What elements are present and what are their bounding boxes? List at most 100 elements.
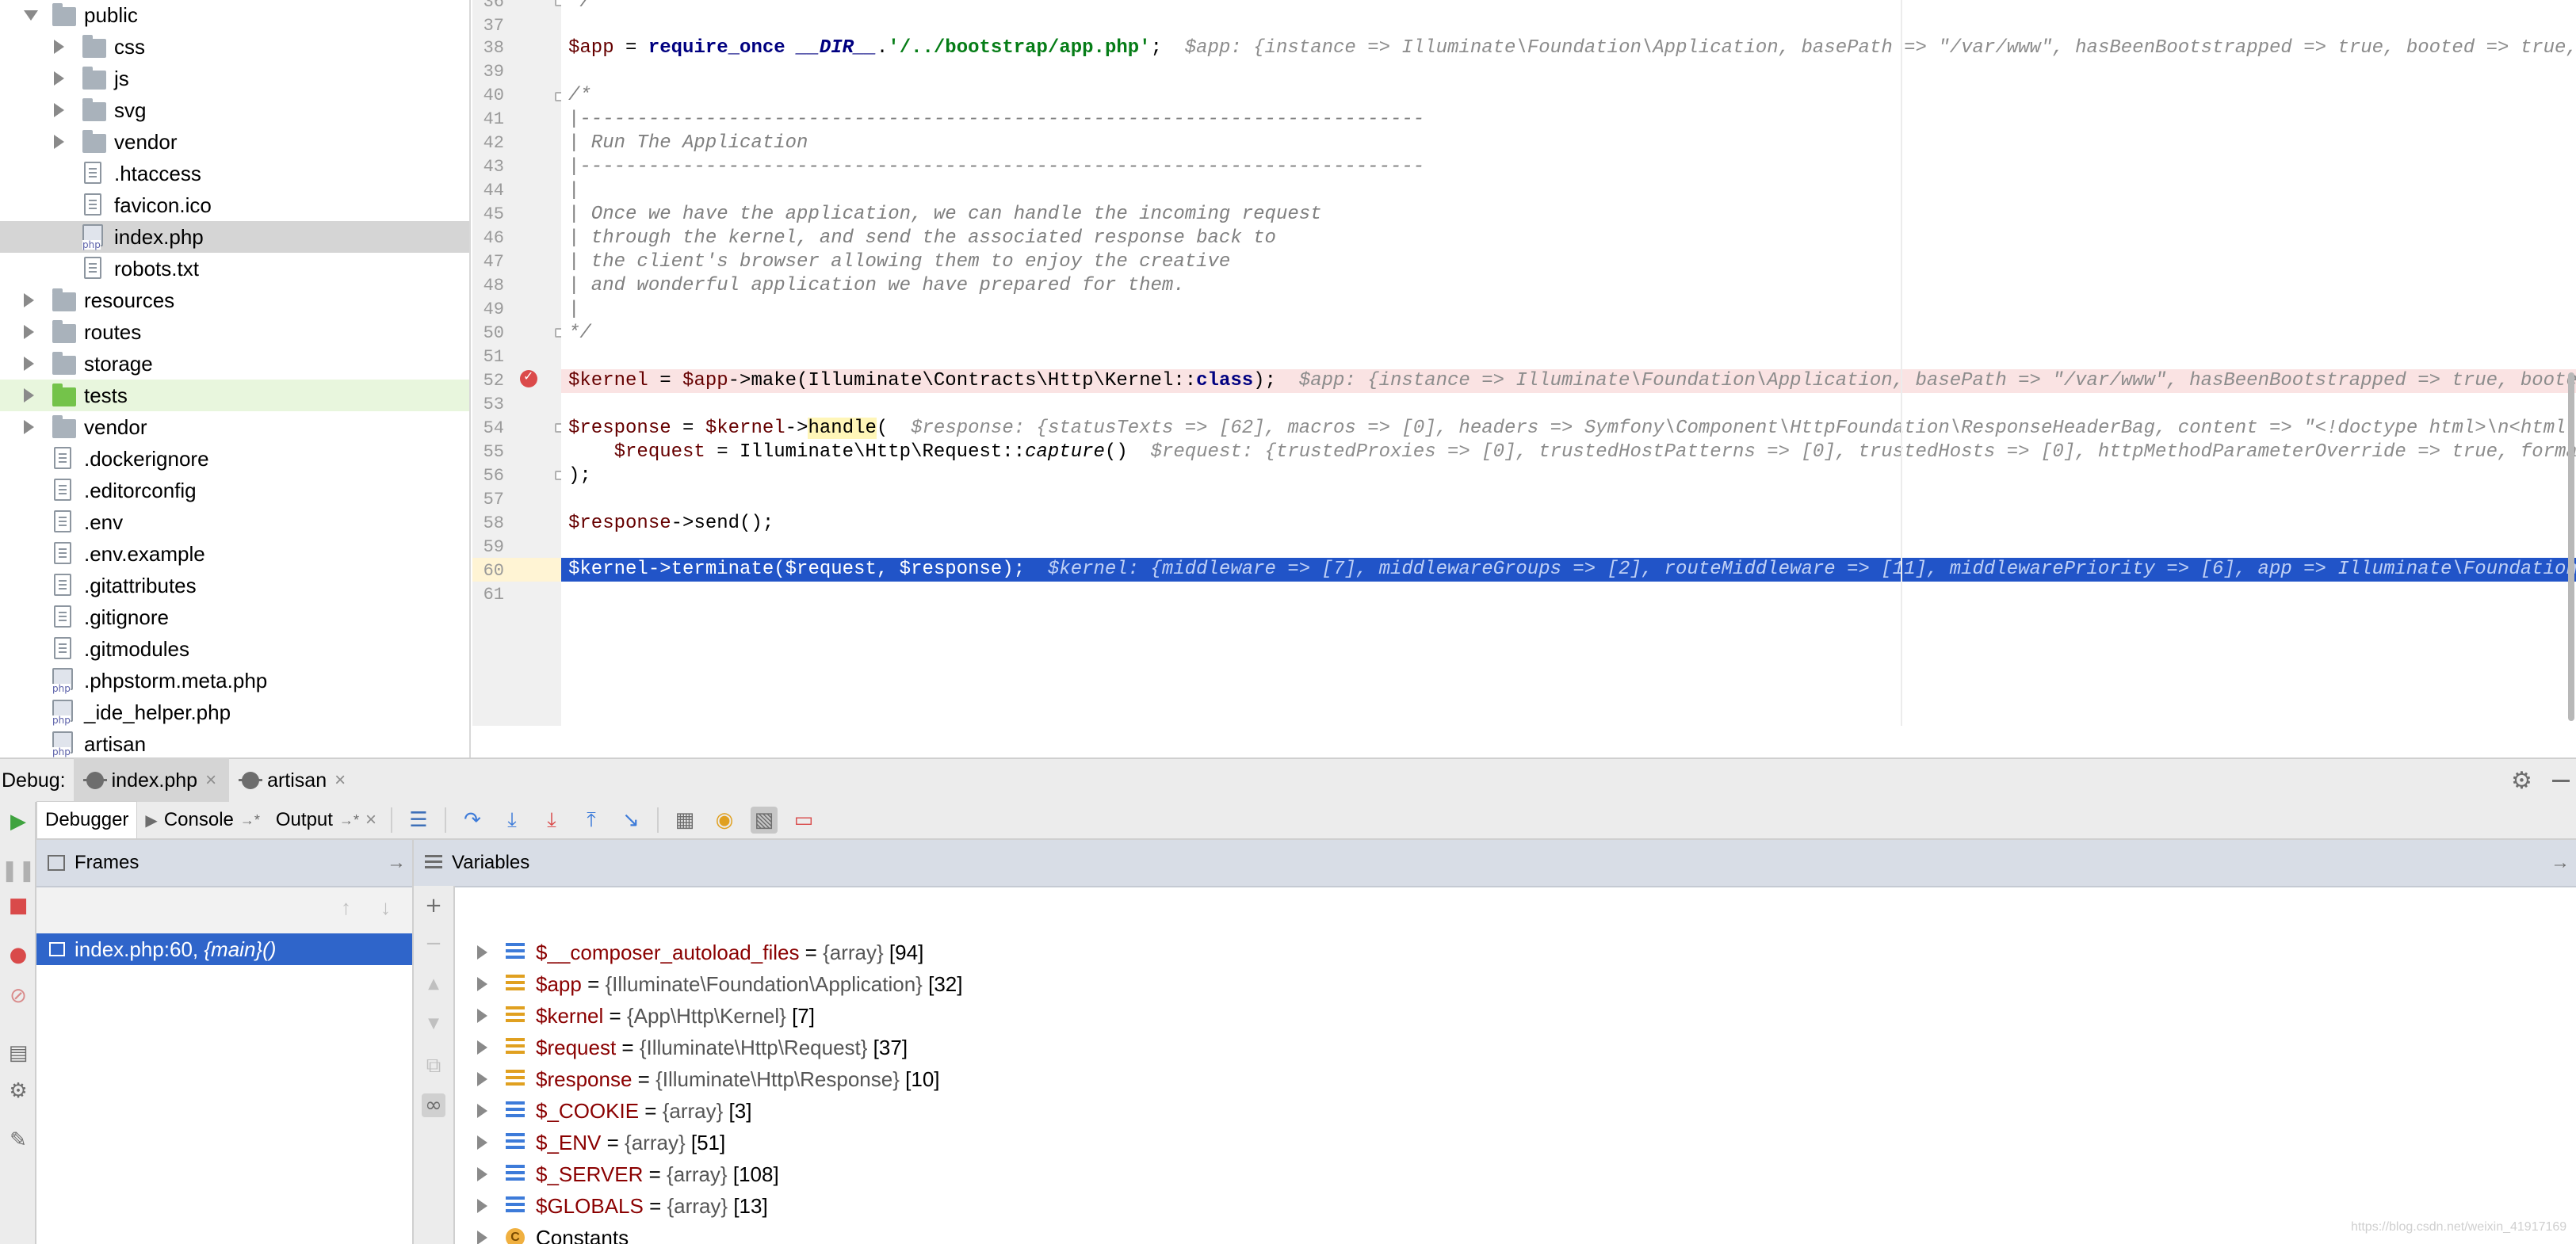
mute-breakpoints-icon[interactable]: ⊘	[6, 984, 30, 1008]
tree-item[interactable]: .gitattributes	[0, 570, 469, 601]
variable-row[interactable]: $GLOBALS = {array} [13]	[455, 1190, 2576, 1222]
settings-icon[interactable]: ⚙	[6, 1079, 30, 1103]
variable-row[interactable]: $request = {Illuminate\Http\Request} [37…	[455, 1032, 2576, 1063]
debug-tab-index-php[interactable]: index.php ×	[73, 758, 230, 803]
arrow-down-icon[interactable]: ↓	[380, 895, 391, 920]
chevron-right-icon[interactable]	[54, 40, 64, 54]
chevron-right-icon[interactable]	[477, 1072, 487, 1086]
chevron-right-icon[interactable]	[477, 1009, 487, 1023]
tree-item[interactable]: tests	[0, 380, 469, 411]
editor-scrollbar[interactable]	[2568, 372, 2574, 721]
tree-item[interactable]: favicon.ico	[0, 189, 469, 221]
chevron-right-icon[interactable]	[477, 1167, 487, 1181]
layout-icon[interactable]: ▤	[6, 1041, 30, 1065]
chevron-right-icon[interactable]	[477, 1104, 487, 1118]
debug-tab-artisan[interactable]: artisan ×	[229, 758, 358, 803]
show-execution-point-icon[interactable]: ☰	[405, 807, 432, 834]
tree-item[interactable]: storage	[0, 348, 469, 380]
pin-icon[interactable]: →	[2551, 852, 2570, 874]
chevron-right-icon[interactable]	[477, 1231, 487, 1244]
tree-item[interactable]: resources	[0, 284, 469, 316]
tree-item[interactable]: js	[0, 63, 469, 94]
chevron-down-icon[interactable]	[24, 10, 38, 21]
variable-count: [10]	[899, 1067, 940, 1091]
force-step-into-icon[interactable]: ⤓	[538, 807, 565, 834]
tree-item[interactable]: routes	[0, 316, 469, 348]
tree-item[interactable]: .gitmodules	[0, 633, 469, 665]
restore-layout-icon[interactable]: ▧	[750, 807, 778, 834]
tree-item[interactable]: vendor	[0, 126, 469, 158]
tree-item[interactable]: php index.php	[0, 221, 469, 253]
chevron-right-icon[interactable]	[477, 945, 487, 960]
frame-row-selected[interactable]: index.php:60, {main}()	[36, 933, 412, 965]
frame-location: index.php:60,	[75, 937, 204, 961]
variable-row[interactable]: $_SERVER = {array} [108]	[455, 1158, 2576, 1190]
chevron-right-icon[interactable]	[24, 420, 34, 434]
step-over-icon[interactable]: ↷	[459, 807, 486, 834]
pause-icon[interactable]: ❚❚	[1, 859, 36, 883]
close-icon[interactable]: ×	[205, 769, 216, 792]
stop-icon[interactable]: ■	[6, 894, 30, 918]
close-icon[interactable]: ×	[334, 769, 346, 792]
chevron-right-icon[interactable]	[24, 325, 34, 339]
step-out-icon[interactable]: ⤒	[578, 807, 605, 834]
pin-icon[interactable]: ✎	[6, 1128, 30, 1152]
tab-output[interactable]: Output →* ×	[268, 801, 384, 839]
gear-icon[interactable]: ⚙	[2511, 767, 2532, 795]
chevron-right-icon[interactable]	[477, 1199, 487, 1213]
remove-watch-icon[interactable]: −	[422, 932, 445, 956]
add-watch-icon[interactable]: +	[422, 894, 445, 918]
tree-item[interactable]: php .phpstorm.meta.php	[0, 665, 469, 696]
tree-item[interactable]: robots.txt	[0, 253, 469, 284]
variable-row[interactable]: $app = {Illuminate\Foundation\Applicatio…	[455, 968, 2576, 1000]
glasses-icon[interactable]: ∞	[422, 1093, 445, 1117]
watches-icon[interactable]: ◉	[711, 807, 738, 834]
tree-item[interactable]: .gitignore	[0, 601, 469, 633]
breakpoint-icon[interactable]	[520, 368, 537, 387]
tab-debugger[interactable]: Debugger	[36, 801, 138, 839]
tree-item[interactable]: public	[0, 0, 469, 31]
move-up-icon[interactable]: ▲	[422, 971, 445, 995]
code-token: ()	[1104, 441, 1128, 463]
chevron-right-icon[interactable]	[54, 135, 64, 149]
variable-row[interactable]: $response = {Illuminate\Http\Response} […	[455, 1063, 2576, 1095]
copy-icon[interactable]: ⧉	[422, 1054, 445, 1078]
tree-item[interactable]: css	[0, 31, 469, 63]
tree-item[interactable]: .env.example	[0, 538, 469, 570]
pin-icon[interactable]: →	[387, 852, 406, 874]
chevron-right-icon[interactable]	[477, 977, 487, 991]
variable-row[interactable]: $kernel = {App\Http\Kernel} [7]	[455, 1000, 2576, 1032]
view-breakpoints-icon[interactable]: ●	[6, 943, 30, 967]
tree-item[interactable]: svg	[0, 94, 469, 126]
tree-item[interactable]: php _ide_helper.php	[0, 696, 469, 728]
chevron-right-icon[interactable]	[24, 357, 34, 371]
move-down-icon[interactable]: ▼	[422, 1011, 445, 1035]
variable-row[interactable]: $__composer_autoload_files = {array} [94…	[455, 937, 2576, 968]
tree-item[interactable]: .env	[0, 506, 469, 538]
tab-console[interactable]: ▶ Console →*	[137, 801, 267, 839]
tree-item[interactable]: vendor	[0, 411, 469, 443]
chevron-right-icon[interactable]	[24, 293, 34, 307]
chevron-right-icon[interactable]	[24, 388, 34, 403]
comment: | Run The Application	[568, 132, 808, 154]
variable-row[interactable]: C Constants	[455, 1222, 2576, 1244]
evaluate-expression-icon[interactable]: ▦	[671, 807, 698, 834]
variable-row[interactable]: $_COOKIE = {array} [3]	[455, 1095, 2576, 1127]
variable-row[interactable]: $_ENV = {array} [51]	[455, 1127, 2576, 1158]
tree-item[interactable]: .dockerignore	[0, 443, 469, 475]
chevron-right-icon[interactable]	[54, 103, 64, 117]
chevron-right-icon[interactable]	[477, 1135, 487, 1150]
chevron-right-icon[interactable]	[54, 71, 64, 86]
tree-item[interactable]: php artisan	[0, 728, 469, 757]
arrow-up-icon[interactable]: ↑	[341, 895, 351, 920]
clipboard-icon[interactable]: ▭	[790, 807, 817, 834]
tree-item[interactable]: .editorconfig	[0, 475, 469, 506]
code-editor[interactable]: */ $app = require_once __DIR__.'/../boot…	[561, 0, 2576, 726]
tree-item[interactable]: .htaccess	[0, 158, 469, 189]
resume-icon[interactable]: ▶	[6, 810, 30, 834]
run-to-cursor-icon[interactable]: ↘	[617, 807, 644, 834]
close-icon[interactable]: ×	[365, 809, 376, 831]
minimize-icon[interactable]	[2552, 780, 2570, 782]
step-into-icon[interactable]: ⤓	[499, 807, 526, 834]
chevron-right-icon[interactable]	[477, 1040, 487, 1055]
